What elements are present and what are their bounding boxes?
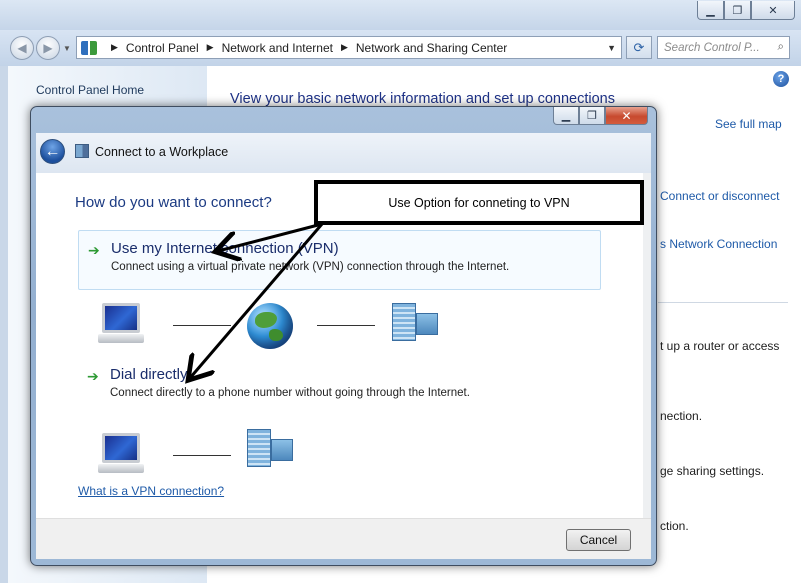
green-arrow-icon: ➔ [87,368,99,384]
dial-option-description: Connect directly to a phone number witho… [110,387,470,399]
back-arrow-icon: ← [44,142,61,160]
explorer-navbar: ◀ ▶ ▼ ▶ Control Panel ▶ Network and Inte… [0,30,801,66]
dialog-title: Connect to a Workplace [95,145,229,159]
workplace-icon [75,144,89,158]
breadcrumb-separator-icon[interactable]: ▶ [207,42,214,53]
connection-text: nection. [660,409,703,423]
connect-workplace-dialog: ▁ ❐ ✕ ← Connect to a Workplace How do yo… [30,106,657,566]
sharing-settings-text: ge sharing settings. [660,464,765,478]
refresh-icon: ⟳ [633,39,645,55]
explorer-caption-buttons: ▁ ❐ ✕ [697,1,795,20]
dialog-maximize-button: ❐ [579,107,605,125]
connect-disconnect-link[interactable]: Connect or disconnect [660,189,779,203]
green-arrow-icon: ➔ [88,242,100,258]
workplace-network-icon [247,429,295,469]
dialog-header: ← Connect to a Workplace [36,133,651,173]
recent-pages-chevron-icon[interactable]: ▼ [63,44,71,53]
workplace-network-icon [392,303,440,343]
annotation-callout-text: Use Option for conneting to VPN [388,195,570,210]
breadcrumb-network-sharing-center[interactable]: Network and Sharing Center [356,41,507,55]
search-icon[interactable]: ⌕ [778,41,784,54]
explorer-titlebar: ▁ ❐ ✕ [0,0,801,30]
what-is-vpn-link[interactable]: What is a VPN connection? [78,484,224,498]
back-nav-button[interactable]: ◀ [10,36,34,60]
connect-question-heading: How do you want to connect? [75,194,272,211]
dialog-back-button[interactable]: ← [40,139,65,164]
computer-icon [98,433,144,475]
forward-nav-button[interactable]: ▶ [36,36,60,60]
breadcrumb-separator-icon[interactable]: ▶ [341,42,348,53]
dialog-caption-buttons: ▁ ❐ ✕ [553,107,648,125]
cancel-button[interactable]: Cancel [566,529,631,551]
control-panel-home-link[interactable]: Control Panel Home [36,83,144,97]
connection-line [317,325,375,326]
search-input[interactable]: Search Control P... ⌕ [657,36,790,59]
page-heading: View your basic network information and … [230,91,616,107]
computer-icon [98,303,144,345]
connection-line [173,455,231,456]
address-bar[interactable]: ▶ Control Panel ▶ Network and Internet ▶… [76,36,622,59]
dial-option-title: Dial directly [110,366,188,383]
forward-arrow-icon: ▶ [43,41,53,55]
help-icon[interactable]: ? [773,71,789,87]
minimize-button[interactable]: ▁ [697,1,724,20]
breadcrumb-separator-icon[interactable]: ▶ [111,42,118,53]
vpn-option-description: Connect using a virtual private network … [111,261,510,273]
breadcrumb-control-panel[interactable]: Control Panel [126,41,199,55]
close-button[interactable]: ✕ [751,1,795,20]
refresh-button[interactable]: ⟳ [626,36,652,59]
dialog-minimize-button: ▁ [553,107,579,125]
search-placeholder: Search Control P... [664,41,760,54]
vpn-option[interactable]: ➔ Use my Internet connection (VPN) Conne… [78,230,601,290]
control-panel-icon [81,40,97,55]
maximize-button[interactable]: ❐ [724,1,751,20]
see-full-map-link[interactable]: See full map [715,117,782,131]
internet-globe-icon [247,303,293,349]
breadcrumb-network-internet[interactable]: Network and Internet [222,41,333,55]
connection-line [173,325,231,326]
dialog-close-button[interactable]: ✕ [605,107,648,125]
address-dropdown-icon[interactable]: ▼ [607,43,616,53]
dial-directly-option[interactable]: ➔ Dial directly Connect directly to a ph… [78,357,601,417]
dialog-scrollbar[interactable] [643,173,651,518]
close-icon: ✕ [621,108,632,123]
vpn-option-title: Use my Internet connection (VPN) [111,240,339,257]
back-arrow-icon: ◀ [17,41,27,55]
setup-router-text: t up a router or access [660,339,780,353]
dialog-footer: Cancel [36,518,651,559]
annotation-callout: Use Option for conneting to VPN [314,180,644,225]
network-connection-link[interactable]: s Network Connection [660,237,777,251]
section-divider [658,302,788,303]
action-text: ction. [660,519,689,533]
